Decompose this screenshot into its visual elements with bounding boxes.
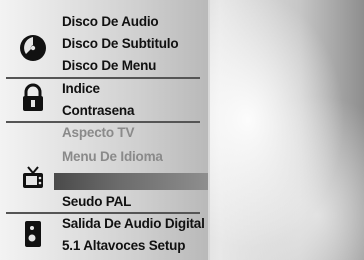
tv-icon [18, 163, 48, 193]
setup-menu-screen: Disco De Audio Disco De Subtitulo Disco … [0, 0, 364, 260]
menu-item-contrasena[interactable]: Contrasena [62, 103, 134, 118]
menu-panel: Disco De Audio Disco De Subtitulo Disco … [0, 0, 210, 260]
menu-item-altavoces-setup[interactable]: 5.1 Altavoces Setup [62, 238, 185, 253]
menu-item-disco-de-menu[interactable]: Disco De Menu [62, 58, 156, 73]
section-divider [6, 121, 200, 123]
menu-item-aspecto-tv[interactable]: Aspecto TV [62, 125, 134, 140]
selection-highlight-bar[interactable] [54, 173, 208, 190]
menu-item-indice[interactable]: Indice [62, 81, 100, 96]
menu-item-disco-de-audio[interactable]: Disco De Audio [62, 14, 159, 29]
speaker-icon [18, 219, 48, 249]
padlock-icon [18, 83, 48, 113]
menu-item-disco-de-subtitulo[interactable]: Disco De Subtitulo [62, 36, 179, 51]
section-divider [6, 77, 200, 79]
menu-item-salida-de-audio-digital[interactable]: Salida De Audio Digital [62, 216, 205, 231]
disc-icon [18, 33, 48, 63]
menu-item-seudo-pal[interactable]: Seudo PAL [62, 194, 131, 209]
menu-item-menu-de-idioma[interactable]: Menu De Idioma [62, 149, 163, 164]
section-divider [6, 212, 200, 214]
